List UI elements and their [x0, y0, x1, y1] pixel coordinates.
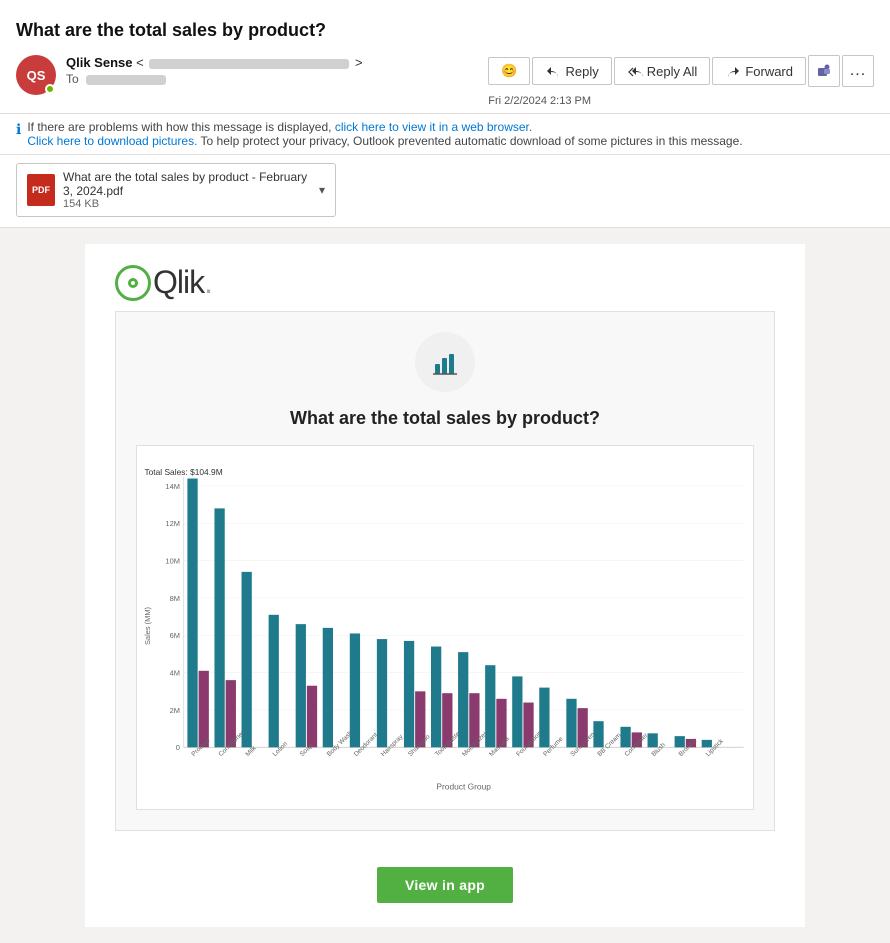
- svg-text:12M: 12M: [165, 519, 180, 528]
- info-text: If there are problems with how this mess…: [27, 120, 742, 148]
- qlik-logo: Qlik .: [115, 264, 775, 301]
- sender-details: Qlik Sense < > To: [66, 55, 363, 86]
- reply-icon: [545, 63, 561, 79]
- view-in-browser-link[interactable]: click here to view it in a web browser.: [335, 120, 532, 134]
- attachment-size: 154 KB: [63, 198, 311, 210]
- sender-info-area: QS Qlik Sense < > To: [16, 55, 363, 95]
- email-toolbar: 😊 Reply Reply All: [488, 55, 874, 87]
- chevron-down-icon: ▾: [319, 183, 325, 197]
- bar-chart-svg: Total Sales: $104.9M 0 2M 4M: [137, 446, 753, 806]
- email-content: Qlik . What are the total sales by produ…: [85, 244, 805, 927]
- qlik-logo-circle-inner: [128, 278, 138, 288]
- svg-text:10M: 10M: [165, 556, 180, 565]
- download-pictures-link[interactable]: Click here to download pictures.: [27, 134, 197, 148]
- attachment-name: What are the total sales by product - Fe…: [63, 170, 311, 198]
- email-subject: What are the total sales by product?: [16, 10, 874, 49]
- email-date: Fri 2/2/2024 2:13 PM: [488, 95, 591, 107]
- svg-text:4M: 4M: [170, 668, 180, 677]
- chart-icon-area: [136, 332, 754, 392]
- pdf-icon: PDF: [27, 174, 55, 206]
- sender-name: Qlik Sense: [66, 55, 132, 70]
- info-icon: ℹ: [16, 121, 21, 138]
- view-btn-area: View in app: [85, 851, 805, 927]
- bar-chart-icon: [429, 346, 461, 378]
- reply-all-button[interactable]: Reply All: [614, 57, 711, 85]
- email-header: What are the total sales by product? QS …: [0, 0, 890, 114]
- view-in-app-button[interactable]: View in app: [377, 867, 513, 903]
- forward-icon: [725, 63, 741, 79]
- attachment-item[interactable]: PDF What are the total sales by product …: [16, 163, 336, 217]
- avatar-status: [45, 84, 55, 94]
- svg-text:Product Group: Product Group: [436, 781, 491, 791]
- svg-chart-wrapper: Total Sales: $104.9M 0 2M 4M: [136, 445, 754, 810]
- to-redacted: [86, 75, 166, 85]
- attachment-details: What are the total sales by product - Fe…: [63, 170, 311, 210]
- date-row: 😊 Reply Reply All: [488, 55, 874, 107]
- chart-icon-circle: [415, 332, 475, 392]
- info-bar: ℹ If there are problems with how this me…: [0, 114, 890, 155]
- qlik-logo-text: Qlik: [153, 264, 204, 301]
- chart-title: What are the total sales by product?: [136, 408, 754, 429]
- sender-name-line: Qlik Sense < >: [66, 55, 363, 70]
- to-line: To: [66, 72, 363, 86]
- svg-text:2M: 2M: [170, 706, 180, 715]
- total-sales-label: Total Sales: $104.9M: [144, 467, 222, 477]
- svg-text:0: 0: [176, 743, 180, 752]
- email-body: Qlik . What are the total sales by produ…: [0, 228, 890, 943]
- reply-all-icon: [627, 63, 643, 79]
- svg-text:Sales (MM): Sales (MM): [143, 606, 152, 645]
- emoji-button[interactable]: 😊: [488, 57, 530, 85]
- teams-button[interactable]: [808, 55, 840, 87]
- more-button[interactable]: ...: [842, 55, 874, 87]
- qlik-logo-circle: [115, 265, 151, 301]
- svg-text:8M: 8M: [170, 594, 180, 603]
- reply-button[interactable]: Reply: [532, 57, 611, 85]
- svg-text:6M: 6M: [170, 631, 180, 640]
- attachment-bar: PDF What are the total sales by product …: [0, 155, 890, 228]
- svg-text:14M: 14M: [165, 482, 180, 491]
- teams-icon: [816, 63, 832, 79]
- sender-row: QS Qlik Sense < > To 😊: [16, 49, 874, 113]
- avatar: QS: [16, 55, 56, 95]
- sender-email-redacted: [149, 59, 349, 69]
- forward-button[interactable]: Forward: [712, 57, 806, 85]
- chart-card: What are the total sales by product? Tot…: [115, 311, 775, 831]
- qlik-logo-area: Qlik .: [85, 244, 805, 311]
